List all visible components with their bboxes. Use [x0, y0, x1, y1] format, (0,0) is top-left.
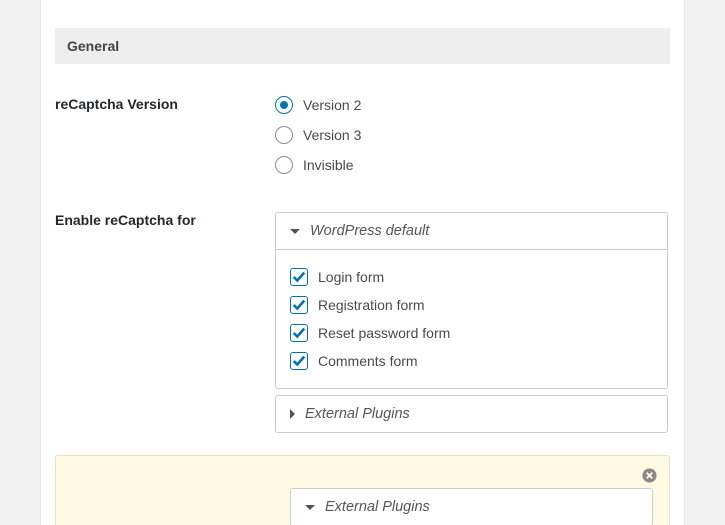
radio-label: Version 2 [303, 97, 361, 113]
checkbox-label: Comments form [318, 353, 418, 369]
checkbox-reset-password-form[interactable]: Reset password form [290, 324, 653, 342]
radio-label: Invisible [303, 157, 354, 173]
checkbox-icon [290, 324, 308, 342]
checkbox-label: Registration form [318, 297, 425, 313]
checkbox-registration-form[interactable]: Registration form [290, 296, 653, 314]
radio-label: Version 3 [303, 127, 361, 143]
accordion-notice-external-plugins: External Plugins [290, 488, 653, 525]
chevron-right-icon [290, 409, 295, 419]
accordion-title: WordPress default [310, 223, 429, 239]
checkbox-login-form[interactable]: Login form [290, 268, 653, 286]
field-recaptcha-version: Version 2 Version 3 Invisible [275, 96, 670, 174]
accordion-wordpress-default: WordPress default Login form [275, 212, 668, 389]
notice-field: External Plugins [290, 488, 655, 525]
accordion-header-wordpress-default[interactable]: WordPress default [276, 213, 667, 249]
radio-version-invisible[interactable]: Invisible [275, 156, 670, 174]
radio-dot-icon [280, 101, 288, 109]
label-enable-recaptcha-for: Enable reCaptcha for [55, 212, 275, 439]
radio-icon [275, 126, 293, 144]
accordion-title: External Plugins [305, 406, 410, 422]
chevron-down-icon [305, 505, 315, 510]
row-enable-recaptcha-for: Enable reCaptcha for WordPress default L… [55, 208, 670, 449]
accordion-header-notice-external-plugins[interactable]: External Plugins [291, 489, 652, 525]
accordion-external-plugins: External Plugins [275, 395, 668, 433]
accordion-header-external-plugins[interactable]: External Plugins [276, 396, 667, 432]
section-heading-general: General [55, 28, 670, 64]
chevron-down-icon [290, 229, 300, 234]
checkbox-comments-form[interactable]: Comments form [290, 352, 653, 370]
checkbox-icon [290, 352, 308, 370]
radio-icon [275, 96, 293, 114]
radio-version-2[interactable]: Version 2 [275, 96, 670, 114]
accordion-content-wordpress-default: Login form Registration form [276, 249, 667, 388]
label-recaptcha-version: reCaptcha Version [55, 96, 275, 174]
radio-version-3[interactable]: Version 3 [275, 126, 670, 144]
checkbox-label: Login form [318, 269, 384, 285]
accordion-title: External Plugins [325, 499, 430, 515]
radio-icon [275, 156, 293, 174]
checkbox-icon [290, 296, 308, 314]
notice-panel: External Plugins [55, 455, 670, 525]
checkbox-icon [290, 268, 308, 286]
checkbox-label: Reset password form [318, 325, 450, 341]
field-enable-recaptcha-for: WordPress default Login form [275, 212, 670, 439]
close-icon[interactable] [642, 468, 657, 483]
row-recaptcha-version: reCaptcha Version Version 2 Version 3 In… [55, 92, 670, 208]
